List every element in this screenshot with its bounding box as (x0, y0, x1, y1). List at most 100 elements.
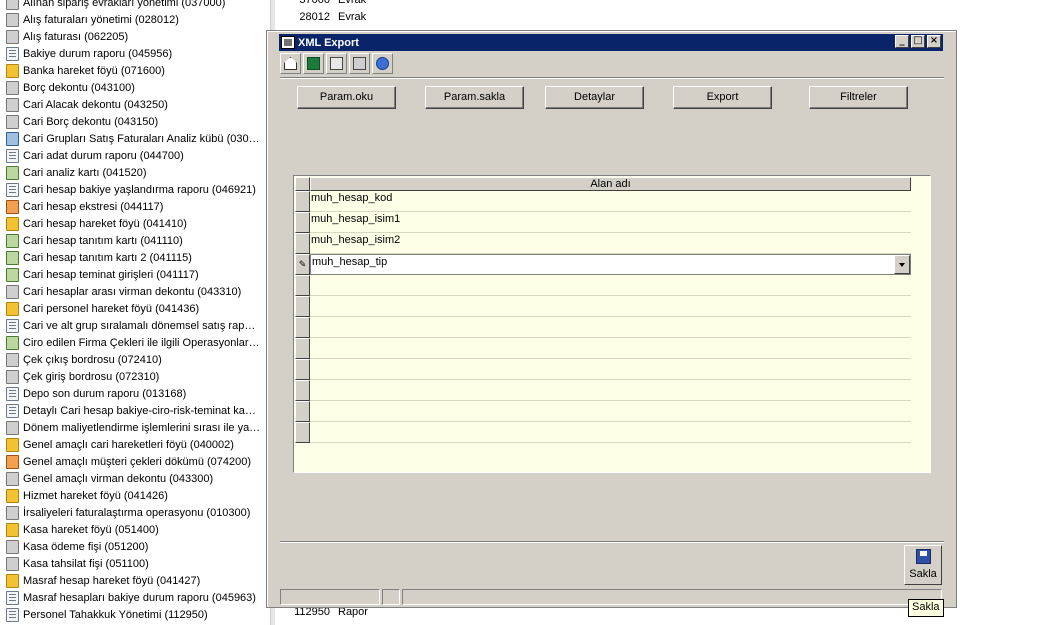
doc-icon (6, 607, 19, 622)
list-item[interactable]: Cari ve alt grup sıralamalı dönemsel sat… (0, 317, 270, 334)
list-item[interactable]: Kasa hareket föyü (051400) (0, 521, 270, 538)
list-item[interactable]: Cari personel hareket föyü (041436) (0, 300, 270, 317)
list-item[interactable]: Cari hesap ekstresi (044117) (0, 198, 270, 215)
row-indicator[interactable] (295, 275, 310, 296)
filtreler-button[interactable]: Filtreler (809, 86, 908, 109)
list-item: 28012 Evrak (299, 11, 367, 23)
table-row[interactable]: muh_hesap_isim2 (295, 233, 911, 254)
param-oku-button[interactable]: Param.oku (297, 86, 396, 109)
list-item-label: Cari adat durum raporu (044700) (23, 149, 184, 162)
list-item[interactable]: Cari hesaplar arası virman dekontu (0433… (0, 283, 270, 300)
grid-cell[interactable] (310, 401, 911, 422)
dropdown-button[interactable] (894, 255, 910, 274)
table-row[interactable] (295, 317, 911, 338)
list-item[interactable]: Alış faturaları yönetimi (028012) (0, 11, 270, 28)
grid-cell[interactable] (310, 380, 911, 401)
list-item[interactable]: Cari hesap tanıtım kartı (041110) (0, 232, 270, 249)
bundle-icon (6, 284, 19, 299)
home-button[interactable] (280, 53, 301, 74)
column-header-alan-adi[interactable]: Alan adı (310, 177, 911, 191)
status-panel (382, 589, 400, 605)
export-button[interactable]: Export (673, 86, 772, 109)
orange-icon (6, 199, 19, 214)
list-item[interactable]: Cari hesap teminat girişleri (041117) (0, 266, 270, 283)
grid-cell[interactable]: muh_hesap_isim1 (310, 212, 911, 233)
row-indicator[interactable] (295, 422, 310, 443)
grid-cell[interactable] (310, 422, 911, 443)
row-indicator[interactable] (295, 233, 310, 254)
save-button[interactable]: Sakla (904, 545, 942, 585)
table-row[interactable]: muh_hesap_kod (295, 191, 911, 212)
excel-button[interactable] (303, 53, 324, 74)
list-item[interactable]: Dönem maliyetlendirme işlemlerini sırası… (0, 419, 270, 436)
list-item[interactable]: Cari Grupları Satış Faturaları Analiz kü… (0, 130, 270, 147)
row-indicator[interactable] (295, 212, 310, 233)
list-item[interactable]: Çek çıkış bordrosu (072410) (0, 351, 270, 368)
grid-cell[interactable]: muh_hesap_tip (310, 254, 911, 275)
list-item[interactable]: Cari adat durum raporu (044700) (0, 147, 270, 164)
table-row[interactable] (295, 401, 911, 422)
help-button[interactable] (372, 53, 393, 74)
grid-cell[interactable]: muh_hesap_kod (310, 191, 911, 212)
list-item[interactable]: Cari Alacak dekontu (043250) (0, 96, 270, 113)
list-item[interactable]: Kasa ödeme fişi (051200) (0, 538, 270, 555)
grid-cell[interactable] (310, 317, 911, 338)
list-item[interactable]: Banka hareket föyü (071600) (0, 62, 270, 79)
table-row[interactable]: muh_hesap_isim1 (295, 212, 911, 233)
table-row[interactable]: ✎ muh_hesap_tip (295, 254, 911, 275)
detaylar-button[interactable]: Detaylar (545, 86, 644, 109)
table-row[interactable] (295, 338, 911, 359)
list-item[interactable]: Çek giriş bordrosu (072310) (0, 368, 270, 385)
minimize-button[interactable]: _ (895, 35, 909, 48)
row-indicator[interactable] (295, 338, 310, 359)
row-indicator[interactable] (295, 317, 310, 338)
list-item[interactable]: İrsaliyeleri faturalaştırma operasyonu (… (0, 504, 270, 521)
param-sakla-button[interactable]: Param.sakla (425, 86, 524, 109)
list-item[interactable]: Detaylı Cari hesap bakiye-ciro-risk-temi… (0, 402, 270, 419)
list-item[interactable]: Borç dekontu (043100) (0, 79, 270, 96)
grid-cell[interactable] (310, 275, 911, 296)
row-indicator[interactable]: ✎ (295, 254, 310, 275)
list-item[interactable]: Masraf hesap hareket föyü (041427) (0, 572, 270, 589)
footer-separator (280, 541, 944, 543)
title-bar[interactable]: XML Export _ □ × (279, 34, 943, 51)
grid-cell[interactable] (310, 338, 911, 359)
list-item[interactable]: Depo son durum raporu (013168) (0, 385, 270, 402)
table-row[interactable] (295, 380, 911, 401)
list-item[interactable]: Cari hesap bakiye yaşlandırma raporu (04… (0, 181, 270, 198)
list-item[interactable]: Bakiye durum raporu (045956) (0, 45, 270, 62)
table-row[interactable] (295, 275, 911, 296)
list-item[interactable]: Genel amaçlı cari hareketleri föyü (0400… (0, 436, 270, 453)
list-item-label: Alış faturası (062205) (23, 30, 129, 43)
list-item[interactable]: Ciro edilen Firma Çekleri ile ilgili Ope… (0, 334, 270, 351)
row-indicator[interactable] (295, 359, 310, 380)
list-item[interactable]: Hizmet hareket föyü (041426) (0, 487, 270, 504)
maximize-button[interactable]: □ (911, 35, 925, 48)
list-item[interactable]: Genel amaçlı virman dekontu (043300) (0, 470, 270, 487)
list-item[interactable]: Genel amaçlı müşteri çekleri dökümü (074… (0, 453, 270, 470)
row-indicator[interactable] (295, 296, 310, 317)
row-indicator[interactable] (295, 380, 310, 401)
table-row[interactable] (295, 296, 911, 317)
table-row[interactable] (295, 359, 911, 380)
folder-icon (6, 437, 19, 452)
list-item[interactable]: Cari Borç dekontu (043150) (0, 113, 270, 130)
list-item[interactable]: Cari hesap hareket föyü (041410) (0, 215, 270, 232)
grid-cell[interactable] (310, 296, 911, 317)
table-row[interactable] (295, 422, 911, 443)
grid-cell[interactable] (310, 359, 911, 380)
grid-cell[interactable]: muh_hesap_isim2 (310, 233, 911, 254)
list-item[interactable]: Cari hesap tanıtım kartı 2 (041115) (0, 249, 270, 266)
list-item[interactable]: Masraf hesapları bakiye durum raporu (04… (0, 589, 270, 606)
list-item[interactable]: Cari analiz kartı (041520) (0, 164, 270, 181)
calculator-button[interactable] (349, 53, 370, 74)
row-indicator[interactable] (295, 401, 310, 422)
list-item[interactable]: Kasa tahsilat fişi (051100) (0, 555, 270, 572)
close-button[interactable]: × (927, 35, 941, 48)
row-indicator[interactable] (295, 191, 310, 212)
list-item-label: Dönem maliyetlendirme işlemlerini sırası… (23, 421, 261, 434)
list-item[interactable]: Alış faturası (062205) (0, 28, 270, 45)
edit-button[interactable] (326, 53, 347, 74)
list-item[interactable]: Alınan sipariş evrakları yönetimi (03700… (0, 0, 270, 11)
list-item[interactable]: Personel Tahakkuk Yönetimi (112950) (0, 606, 270, 623)
